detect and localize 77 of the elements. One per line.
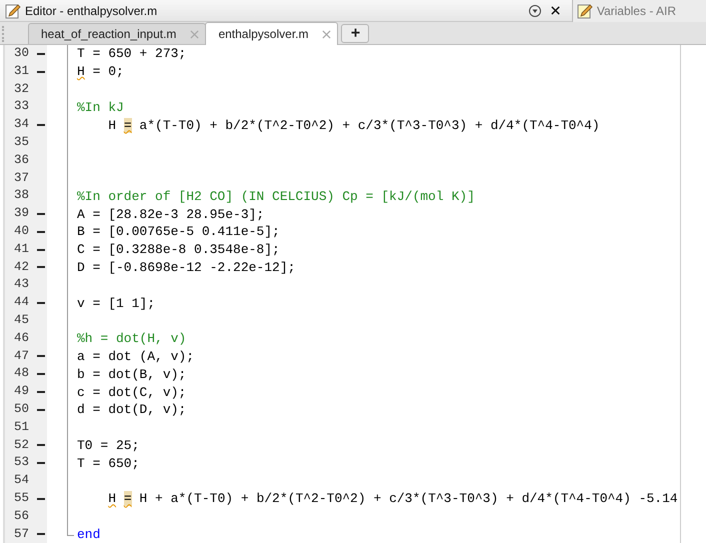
breakpoint-marker[interactable] bbox=[37, 230, 45, 233]
line-number: 38 bbox=[12, 187, 30, 204]
line-number: 36 bbox=[12, 152, 30, 169]
line-number: 39 bbox=[12, 205, 30, 222]
line-number: 50 bbox=[12, 400, 30, 418]
code-text: H bbox=[108, 118, 118, 133]
code-text: b = dot(B, v); bbox=[77, 366, 186, 382]
dropdown-icon[interactable] bbox=[528, 4, 542, 18]
highlighted-token: = bbox=[124, 491, 132, 506]
file-tab[interactable]: heat_of_reaction_input.m bbox=[28, 23, 206, 44]
line-number: 56 bbox=[12, 508, 30, 525]
line-number: 51 bbox=[12, 418, 30, 436]
breakpoint-marker[interactable] bbox=[37, 213, 45, 216]
code-text: T0 = 25; bbox=[77, 438, 140, 453]
code-text: T = 650 + 273; bbox=[77, 46, 186, 62]
breakpoint-marker[interactable] bbox=[37, 248, 45, 251]
line-number: 49 bbox=[12, 383, 30, 400]
code-text: a*(T-T0) + b/2*(T^2-T0^2) + c/3*(T^3-T0^3) + d/4*(T^4-T0^4) bbox=[138, 118, 600, 133]
breakpoint-marker[interactable] bbox=[37, 355, 45, 358]
file-tab[interactable]: enthalpysolver.m bbox=[205, 22, 338, 45]
line-number: 45 bbox=[12, 312, 30, 329]
code-text: C = [0.3288e-8 0.3548e-8]; bbox=[77, 242, 280, 258]
code-keyword: end bbox=[77, 526, 100, 542]
line-number: 41 bbox=[12, 240, 30, 258]
line-number: 42 bbox=[12, 258, 30, 276]
pencil-icon bbox=[5, 2, 21, 18]
code-comment: %In kJ bbox=[77, 100, 124, 115]
code-text: = 0; bbox=[92, 64, 124, 80]
line-number: 40 bbox=[12, 222, 30, 240]
line-number: 31 bbox=[12, 62, 30, 80]
warning-token: H bbox=[108, 491, 116, 506]
close-icon[interactable] bbox=[550, 5, 561, 16]
code-text: B = [0.00765e-5 0.411e-5]; bbox=[77, 224, 280, 240]
warning-token: H bbox=[77, 64, 85, 80]
breakpoint-marker[interactable] bbox=[37, 373, 45, 376]
breakpoint-marker[interactable] bbox=[37, 391, 45, 394]
line-number: 52 bbox=[12, 436, 30, 454]
line-number: 57 bbox=[12, 526, 30, 543]
code-comment: %h = dot(H, v) bbox=[77, 331, 186, 346]
code-comment: %In order of [H2 CO] (IN CELCIUS) Cp = [kJ/(mol K)] bbox=[77, 188, 475, 204]
line-number: 34 bbox=[12, 116, 30, 134]
line-number: 54 bbox=[12, 472, 30, 490]
breakpoint-marker[interactable] bbox=[37, 302, 45, 304]
breakpoint-marker[interactable] bbox=[37, 498, 45, 500]
line-number: 53 bbox=[12, 454, 30, 472]
breakpoint-marker[interactable] bbox=[37, 266, 45, 268]
code-text: v = [1 1]; bbox=[77, 296, 156, 311]
breakpoint-marker[interactable] bbox=[37, 444, 45, 446]
code-text: c = dot(C, v); bbox=[77, 384, 186, 400]
code-text: A = [28.82e-3 28.95e-3]; bbox=[77, 206, 264, 222]
line-number: 47 bbox=[12, 348, 30, 365]
code-text: D = [-0.8698e-12 -2.22e-12]; bbox=[77, 260, 296, 275]
code-text: a = dot (A, v); bbox=[77, 348, 194, 364]
line-number: 35 bbox=[12, 134, 30, 151]
breakpoint-marker[interactable] bbox=[37, 462, 45, 464]
highlighted-token: = bbox=[124, 118, 132, 133]
line-number: 48 bbox=[12, 365, 30, 382]
window-title: Editor - enthalpysolver.m bbox=[25, 4, 158, 18]
line-number: 33 bbox=[12, 98, 30, 116]
new-tab-button[interactable]: + bbox=[341, 24, 370, 43]
breakpoint-marker[interactable] bbox=[37, 70, 45, 73]
line-number: 30 bbox=[12, 45, 30, 62]
code-text: H + a*(T-T0) + b/2*(T^2-T0^2) + c/3*(T^3-T0^3) + d/4*(T^4-T0^4) -5.14 bbox=[138, 491, 678, 506]
line-number: 32 bbox=[12, 80, 30, 98]
code-text: T = 650; bbox=[77, 456, 140, 471]
variables-panel-header[interactable]: Variables - AIR bbox=[572, 0, 706, 22]
pencil-icon bbox=[576, 2, 593, 18]
breakpoint-marker[interactable] bbox=[37, 533, 45, 536]
breakpoint-marker[interactable] bbox=[37, 124, 45, 126]
line-number: 44 bbox=[12, 294, 30, 312]
code-text: d = dot(D, v); bbox=[77, 402, 186, 418]
line-number: 46 bbox=[12, 330, 30, 347]
breakpoint-marker[interactable] bbox=[37, 408, 45, 411]
breakpoint-marker[interactable] bbox=[37, 52, 45, 55]
line-number: 43 bbox=[12, 276, 30, 294]
line-number: 37 bbox=[12, 170, 30, 187]
line-number: 55 bbox=[12, 490, 30, 507]
